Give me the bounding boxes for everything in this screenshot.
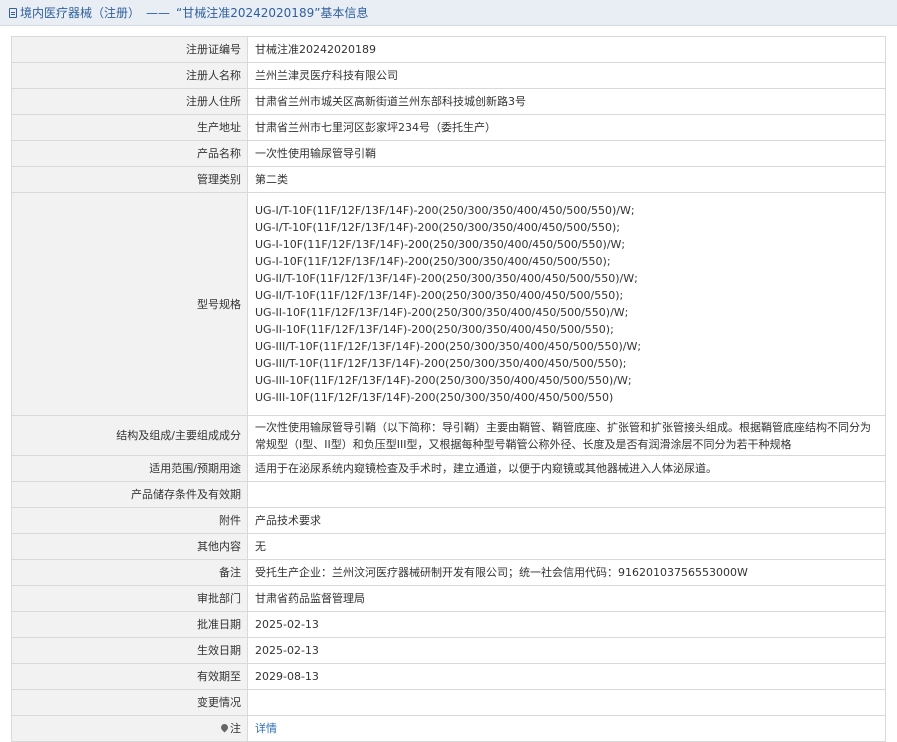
table-row: 注册人名称 兰州兰津灵医疗科技有限公司 [11, 62, 886, 89]
model-spec-line: UG-II-10F(11F/12F/13F/14F)-200(250/300/3… [255, 323, 614, 336]
header-subtitle: “甘械注准20242020189”基本信息 [176, 6, 369, 20]
details-link[interactable]: 详情 [255, 722, 277, 735]
table-row: 注册证编号 甘械注准20242020189 [11, 36, 886, 63]
field-label: 其他内容 [11, 533, 248, 560]
table-row: 注册人住所 甘肃省兰州市城关区高新街道兰州东部科技城创新路3号 [11, 88, 886, 115]
table-row: 生效日期 2025-02-13 [11, 637, 886, 664]
field-label: 产品储存条件及有效期 [11, 481, 248, 508]
other-value: 无 [247, 533, 886, 560]
document-icon [9, 7, 17, 18]
table-row: 批准日期 2025-02-13 [11, 611, 886, 638]
expiry-date-value: 2029-08-13 [247, 663, 886, 690]
field-label: 审批部门 [11, 585, 248, 612]
page-header: 境内医疗器械（注册） —— “甘械注准20242020189”基本信息 [0, 0, 897, 26]
table-row: 结构及组成/主要组成成分 一次性使用输尿管导引鞘（以下简称：导引鞘）主要由鞘管、… [11, 415, 886, 456]
device-info-table: 注册证编号 甘械注准20242020189 注册人名称 兰州兰津灵医疗科技有限公… [11, 36, 886, 742]
note-value: 详情 [247, 715, 886, 742]
model-spec-line: UG-II-10F(11F/12F/13F/14F)-200(250/300/3… [255, 306, 629, 319]
model-spec-line: UG-I/T-10F(11F/12F/13F/14F)-200(250/300/… [255, 221, 620, 234]
field-label: 产品名称 [11, 140, 248, 167]
approval-date-value: 2025-02-13 [247, 611, 886, 638]
table-row: 注 详情 [11, 715, 886, 742]
note-label-cell: 注 [11, 715, 248, 742]
table-row: 生产地址 甘肃省兰州市七里河区彭家坪234号（委托生产） [11, 114, 886, 141]
registrant-address-value: 甘肃省兰州市城关区高新街道兰州东部科技城创新路3号 [247, 88, 886, 115]
table-row: 产品储存条件及有效期 [11, 481, 886, 508]
field-label: 适用范围/预期用途 [11, 455, 248, 482]
model-spec-line: UG-III-10F(11F/12F/13F/14F)-200(250/300/… [255, 374, 632, 387]
change-info-value [247, 689, 886, 716]
table-row: 备注 受托生产企业：兰州汶河医疗器械研制开发有限公司；统一社会信用代码：9162… [11, 559, 886, 586]
field-label: 注册人名称 [11, 62, 248, 89]
field-label: 有效期至 [11, 663, 248, 690]
field-label: 注册人住所 [11, 88, 248, 115]
pin-icon [219, 722, 230, 733]
model-spec-line: UG-III/T-10F(11F/12F/13F/14F)-200(250/30… [255, 340, 642, 353]
model-spec-line: UG-III-10F(11F/12F/13F/14F)-200(250/300/… [255, 391, 614, 404]
field-label: 备注 [11, 559, 248, 586]
table-row: 管理类别 第二类 [11, 166, 886, 193]
header-separator: —— [146, 5, 171, 20]
header-title: 境内医疗器械（注册） [20, 6, 141, 20]
management-class-value: 第二类 [247, 166, 886, 193]
storage-value [247, 481, 886, 508]
table-row: 审批部门 甘肃省药品监督管理局 [11, 585, 886, 612]
table-row: 其他内容 无 [11, 533, 886, 560]
remarks-value: 受托生产企业：兰州汶河医疗器械研制开发有限公司；统一社会信用代码：9162010… [247, 559, 886, 586]
model-spec-line: UG-I-10F(11F/12F/13F/14F)-200(250/300/35… [255, 255, 611, 268]
registration-number-value: 甘械注准20242020189 [247, 36, 886, 63]
model-spec-line: UG-III/T-10F(11F/12F/13F/14F)-200(250/30… [255, 357, 627, 370]
field-label: 生效日期 [11, 637, 248, 664]
model-spec-line: UG-II/T-10F(11F/12F/13F/14F)-200(250/300… [255, 289, 624, 302]
field-label: 附件 [11, 507, 248, 534]
field-label: 结构及组成/主要组成成分 [11, 415, 248, 456]
model-spec-line: UG-I/T-10F(11F/12F/13F/14F)-200(250/300/… [255, 204, 635, 217]
production-address-value: 甘肃省兰州市七里河区彭家坪234号（委托生产） [247, 114, 886, 141]
table-row: 适用范围/预期用途 适用于在泌尿系统内窥镜检查及手术时，建立通道，以便于内窥镜或… [11, 455, 886, 482]
field-label: 管理类别 [11, 166, 248, 193]
product-name-value: 一次性使用输尿管导引鞘 [247, 140, 886, 167]
structure-value: 一次性使用输尿管导引鞘（以下简称：导引鞘）主要由鞘管、鞘管底座、扩张管和扩张管接… [247, 415, 886, 456]
table-row: 变更情况 [11, 689, 886, 716]
table-row: 产品名称 一次性使用输尿管导引鞘 [11, 140, 886, 167]
effective-date-value: 2025-02-13 [247, 637, 886, 664]
approval-dept-value: 甘肃省药品监督管理局 [247, 585, 886, 612]
model-spec-value: UG-I/T-10F(11F/12F/13F/14F)-200(250/300/… [247, 192, 886, 416]
registrant-name-value: 兰州兰津灵医疗科技有限公司 [247, 62, 886, 89]
table-row: 型号规格 UG-I/T-10F(11F/12F/13F/14F)-200(250… [11, 192, 886, 416]
field-label: 注册证编号 [11, 36, 248, 63]
field-label: 生产地址 [11, 114, 248, 141]
field-label: 变更情况 [11, 689, 248, 716]
model-spec-line: UG-I-10F(11F/12F/13F/14F)-200(250/300/35… [255, 238, 626, 251]
model-spec-line: UG-II/T-10F(11F/12F/13F/14F)-200(250/300… [255, 272, 638, 285]
table-row: 有效期至 2029-08-13 [11, 663, 886, 690]
intended-use-value: 适用于在泌尿系统内窥镜检查及手术时，建立通道，以便于内窥镜或其他器械进入人体泌尿… [247, 455, 886, 482]
field-label: 型号规格 [11, 192, 248, 416]
field-label: 批准日期 [11, 611, 248, 638]
table-row: 附件 产品技术要求 [11, 507, 886, 534]
attachment-value: 产品技术要求 [247, 507, 886, 534]
field-label: 注 [230, 722, 241, 735]
